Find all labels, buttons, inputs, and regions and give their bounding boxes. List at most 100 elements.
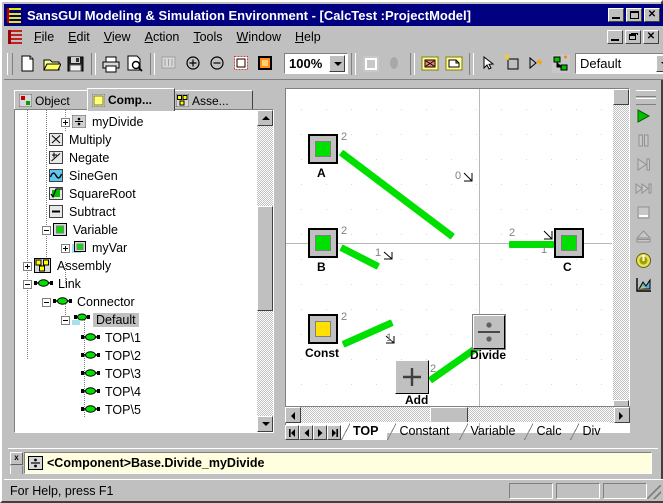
minimize-button[interactable] [608,8,624,22]
menu-item-edit[interactable]: Edit [61,28,97,46]
menu-item-action[interactable]: Action [138,28,187,46]
fast-forward-icon[interactable] [634,179,657,202]
tab-component[interactable]: Comp... [87,88,175,111]
expander-plus-icon[interactable] [23,261,32,271]
node-a[interactable]: A [308,134,338,180]
menu-item-help[interactable]: Help [288,28,328,46]
tree-item-connector[interactable]: Connector [15,293,256,311]
tree-item-squareroot[interactable]: SquareRoot [15,185,256,203]
pause-icon[interactable] [634,131,657,154]
stop-icon[interactable] [634,203,657,226]
tree-item-default[interactable]: Default [15,311,256,329]
diagram-canvas[interactable]: A B Const Add Divide C 2 2 2 0 1 1 2 2 1 [286,89,612,432]
fit-page-icon[interactable] [230,52,254,75]
layer-combo-arrow[interactable] [656,55,663,72]
scroll-down-button[interactable] [257,416,273,432]
zoom-combo[interactable]: 100% [284,53,348,74]
bring-front-icon[interactable] [442,52,466,75]
node-divide[interactable]: Divide [470,314,506,362]
save-disk-icon[interactable] [64,52,88,75]
sheet-tab-top[interactable]: TOP [341,422,388,440]
print-icon[interactable] [99,52,123,75]
output-close-button[interactable]: x [10,452,23,474]
tree-item-top5[interactable]: TOP\5 [15,401,256,419]
scrollbar-thumb[interactable] [257,206,273,311]
mdi-restore-button[interactable] [625,30,641,44]
tab-object[interactable]: Object [14,90,92,110]
menu-item-tools[interactable]: Tools [186,28,229,46]
tree-item-variable[interactable]: Variable [15,221,256,239]
toolbar-grip[interactable] [7,52,13,75]
scroll-up-button[interactable] [257,110,273,126]
tree-item-assembly[interactable]: Assembly [15,257,256,275]
node-divide-box[interactable] [472,314,506,350]
tree-item-subtract[interactable]: Subtract [15,203,256,221]
snap-grid-icon[interactable] [359,52,383,75]
add-link-icon[interactable] [525,52,549,75]
chart-icon[interactable] [634,275,657,298]
layer-combo[interactable]: Default [575,53,663,74]
properties-grid-icon[interactable] [158,52,182,75]
tree-item-top4[interactable]: TOP\4 [15,383,256,401]
eject-icon[interactable] [634,227,657,250]
tree-item-link[interactable]: Link [15,275,256,293]
sheet-tab-calc[interactable]: Calc [524,422,571,440]
expander-minus-icon[interactable] [23,279,32,289]
fit-selection-icon[interactable] [254,52,278,75]
new-file-icon[interactable] [16,52,40,75]
sheet-tab-constant[interactable]: Constant [387,422,459,440]
add-object-icon[interactable] [501,52,525,75]
tree-item-top3[interactable]: TOP\3 [15,365,256,383]
expander-minus-icon[interactable] [61,315,70,325]
zoom-in-icon[interactable] [182,52,206,75]
expander-plus-icon[interactable] [61,117,70,127]
toolbar-grip[interactable] [635,90,656,97]
menu-item-view[interactable]: View [97,28,138,46]
prev-sheet-button[interactable] [299,425,313,440]
menu-item-window[interactable]: Window [230,28,288,46]
sheet-tab-variable[interactable]: Variable [458,422,525,440]
power-icon[interactable] [634,251,657,274]
mdi-minimize-button[interactable] [607,30,623,44]
expander-plus-icon[interactable] [61,243,70,253]
first-sheet-button[interactable] [285,425,299,440]
expander-minus-icon[interactable] [42,297,51,307]
node-c[interactable]: C [554,228,584,274]
tree-vertical-scrollbar[interactable] [257,110,273,432]
next-sheet-button[interactable] [313,425,327,440]
canvas-vertical-scrollbar[interactable] [613,89,629,416]
expander-minus-icon[interactable] [42,225,51,235]
resize-grip[interactable] [647,485,661,499]
component-tree[interactable]: myDivide Multiply Negate SineGen SquareR… [14,109,274,433]
tree-item-mydivide[interactable]: myDivide [15,113,256,131]
run-play-icon[interactable] [634,107,657,130]
tree-item-top2[interactable]: TOP\2 [15,347,256,365]
node-const[interactable]: Const [305,314,339,360]
tree-item-myvar[interactable]: myVar [15,239,256,257]
select-arrow-icon[interactable] [477,52,501,75]
node-add-box[interactable] [395,360,429,394]
node-const-box[interactable] [308,314,338,344]
node-c-box[interactable] [554,228,584,258]
connector-tool-icon[interactable] [549,52,573,75]
node-b-box[interactable] [308,228,338,258]
close-button[interactable]: ✕ [644,8,660,22]
node-a-box[interactable] [308,134,338,164]
tree-item-negate[interactable]: Negate [15,149,256,167]
zoom-combo-arrow[interactable] [329,55,345,72]
output-field[interactable]: <Component>Base.Divide_myDivide [24,452,652,474]
tree-item-multiply[interactable]: Multiply [15,131,256,149]
menu-item-file[interactable]: File [27,28,61,46]
step-icon[interactable] [634,155,657,178]
node-add[interactable]: Add [395,360,429,407]
show-ports-icon[interactable] [418,52,442,75]
ellipse-icon[interactable] [383,52,407,75]
sheet-tab-div[interactable]: Div [570,422,610,440]
maximize-button[interactable] [626,8,642,22]
tree-item-top1[interactable]: TOP\1 [15,329,256,347]
open-folder-icon[interactable] [40,52,64,75]
print-preview-icon[interactable] [123,52,147,75]
zoom-out-icon[interactable] [206,52,230,75]
node-b[interactable]: B [308,228,338,274]
mdi-close-button[interactable]: ✕ [643,30,659,44]
